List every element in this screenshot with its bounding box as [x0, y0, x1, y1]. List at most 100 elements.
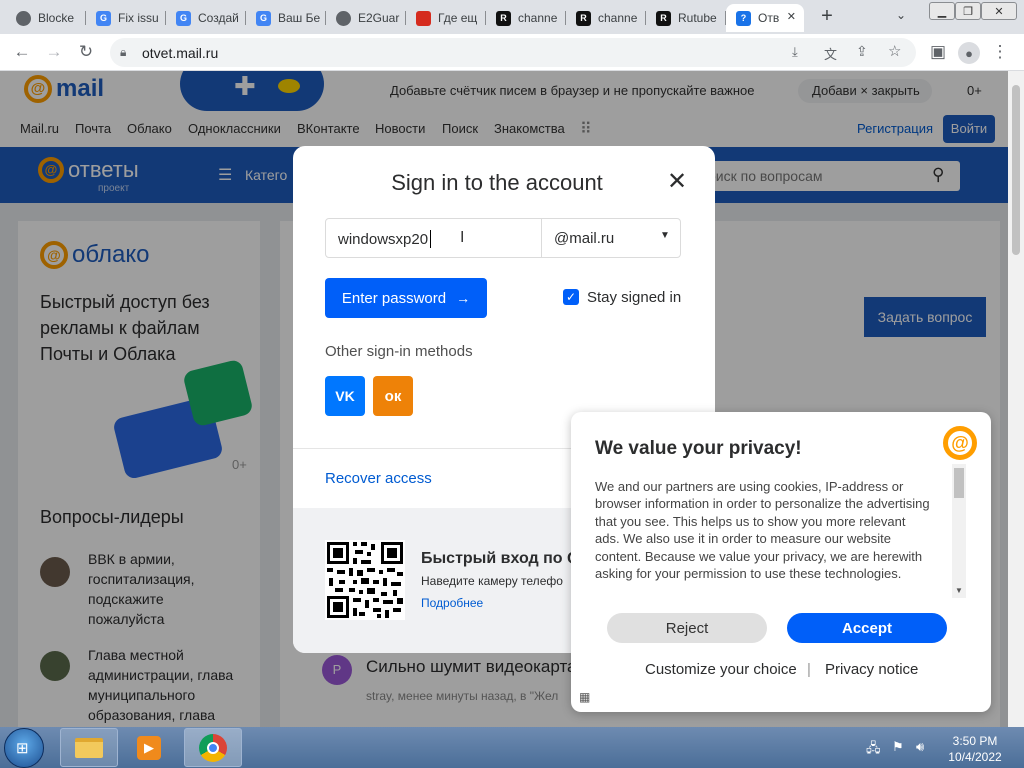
scroll-down-icon[interactable]: ▼ [955, 586, 963, 595]
vk-login-button[interactable]: VK [325, 376, 365, 416]
tab[interactable]: R Rutube [646, 4, 726, 32]
tab-label: Отв [758, 11, 780, 25]
chrome-taskbar-button[interactable] [184, 728, 242, 767]
google-icon: G [176, 10, 191, 26]
tab[interactable]: G Ваш Бе [246, 4, 326, 32]
rutube-icon: R [576, 10, 591, 26]
reload-icon[interactable]: ↻ [76, 42, 96, 62]
close-tab-icon[interactable]: ✕ [787, 10, 796, 23]
tab-label: Создай [198, 11, 239, 25]
tab[interactable]: E2Guar [326, 4, 406, 32]
tab[interactable]: Где ещ [406, 4, 486, 32]
address-bar[interactable]: 🔒︎ otvet.mail.ru ⤓ 文 ⇪ ☆ [110, 38, 916, 67]
odnoklassniki-icon: ок [384, 387, 402, 405]
tab-label: Fix issu [118, 11, 159, 25]
qr-code-icon [325, 540, 405, 620]
start-button[interactable]: ⊞ [4, 728, 44, 768]
ok-login-button[interactable]: ок [373, 376, 413, 416]
forward-icon[interactable]: → [44, 42, 64, 62]
login-input[interactable]: windowsxp20 I @mail.ru ▼ [325, 218, 681, 258]
tab[interactable]: Rchanne [486, 4, 566, 32]
flag-icon [416, 10, 431, 26]
new-tab-button[interactable]: + [816, 6, 838, 28]
minimize-icon[interactable]: ▁ [929, 2, 955, 20]
side-panel-icon[interactable]: ▣ [928, 42, 948, 62]
explorer-taskbar-button[interactable] [60, 728, 118, 767]
browser-tab-strip: Blocke G Fix issu G Создай G Ваш Бе E2Guar Где е… [0, 0, 1024, 34]
google-icon: G [256, 10, 271, 26]
arrow-right-icon: → [456, 290, 471, 306]
chrome-icon [199, 733, 227, 762]
tab[interactable]: Rchanne [566, 4, 646, 32]
privacy-notice-link[interactable]: Privacy notice [825, 661, 918, 678]
close-window-icon[interactable]: ✕ [981, 2, 1017, 20]
network-icon[interactable]: 🖧︎ [866, 739, 881, 761]
tab-search-icon[interactable]: ⌄ [896, 8, 906, 22]
bookmark-star-icon[interactable]: ☆ [888, 42, 901, 60]
modal-title: Sign in to the account [391, 170, 603, 195]
login-field-value[interactable]: windowsxp20 [338, 231, 428, 248]
menu-kebab-icon[interactable]: ⋮ [990, 42, 1010, 62]
tab-label: channe [598, 11, 638, 25]
qr-more-link[interactable]: Подробнее [421, 596, 483, 610]
share-icon[interactable]: ⇪ [856, 43, 868, 60]
enter-password-button[interactable]: Enter password → [325, 278, 487, 318]
clock-time: 3:50 PM [952, 734, 998, 748]
text-cursor-icon: I [460, 229, 465, 246]
install-icon[interactable]: ⤓ [792, 44, 798, 60]
flag-icon[interactable]: ⚑ [892, 739, 904, 755]
google-icon: G [96, 10, 111, 26]
clock-date: 10/4/2022 [948, 750, 1002, 764]
windows-taskbar: ⊞ ▶ 🖧︎ ⚑ 🔊︎ 3:50 PM 10/4/2022 [0, 727, 1024, 768]
rutube-icon: R [656, 10, 671, 26]
rutube-icon: R [496, 10, 511, 26]
volume-icon[interactable]: 🔊︎ [916, 739, 924, 755]
browser-toolbar: ← → ↻ 🔒︎ otvet.mail.ru ⤓ 文 ⇪ ☆ ▣ ● ⋮ [0, 34, 1024, 71]
stay-signed-in-checkbox[interactable]: ✓ [563, 289, 579, 305]
qr-small-icon[interactable]: ▦ [579, 690, 590, 704]
tab-label: Blocke [38, 11, 75, 25]
tab[interactable]: G Fix issu [86, 4, 166, 32]
link-separator: | [807, 661, 811, 678]
question-icon: ? [736, 10, 751, 26]
stay-signed-in-label[interactable]: Stay signed in [587, 289, 681, 306]
privacy-text: We and our partners are using cookies, I… [595, 479, 930, 582]
tab-label: Ваш Бе [278, 11, 321, 25]
back-icon[interactable]: ← [12, 42, 32, 62]
domain-select[interactable]: @mail.ru ▼ [541, 219, 682, 257]
url-text[interactable]: otvet.mail.ru [142, 45, 218, 61]
media-player-taskbar-button[interactable]: ▶ [120, 728, 178, 767]
tab-label: Rutube [678, 11, 717, 25]
windows-logo-icon: ⊞ [16, 740, 29, 757]
vk-icon: VK [335, 388, 355, 404]
reject-button[interactable]: Reject [607, 613, 767, 643]
scrollbar-thumb[interactable] [954, 468, 964, 498]
text-caret [430, 230, 431, 248]
privacy-scrollbar[interactable]: ▼ [952, 464, 966, 598]
other-methods-label: Other sign-in methods [325, 343, 473, 360]
lock-icon[interactable]: 🔒︎ [120, 45, 126, 60]
qr-title: Быстрый вход по Q [421, 550, 580, 567]
profile-avatar-icon[interactable]: ● [958, 42, 980, 64]
close-icon[interactable]: ✕ [665, 170, 689, 195]
privacy-title: We value your privacy! [595, 438, 802, 459]
recover-access-link[interactable]: Recover access [325, 470, 432, 487]
accept-button[interactable]: Accept [787, 613, 947, 643]
restore-icon[interactable]: ❐ [955, 2, 981, 20]
tab-label: E2Guar [358, 11, 400, 25]
qr-description: Наведите камеру телефо [421, 574, 563, 588]
clock[interactable]: 3:50 PM 10/4/2022 [940, 733, 1010, 765]
chevron-down-icon[interactable]: ▼ [660, 230, 670, 241]
tab[interactable]: ? Отв ✕ [726, 4, 804, 32]
folder-icon [75, 737, 103, 758]
privacy-consent-panel: We value your privacy! @ We and our part… [571, 412, 991, 712]
translate-icon[interactable]: 文 [824, 44, 837, 63]
page-scrollbar[interactable] [1008, 71, 1024, 727]
domain-value[interactable]: @mail.ru [554, 230, 614, 247]
tab-label: Где ещ [438, 11, 478, 25]
tab[interactable]: G Создай [166, 4, 246, 32]
customize-choice-link[interactable]: Customize your choice [645, 661, 797, 678]
tab[interactable]: Blocke [6, 4, 86, 32]
mail-at-logo-icon: @ [943, 426, 977, 460]
globe-icon [336, 10, 351, 26]
